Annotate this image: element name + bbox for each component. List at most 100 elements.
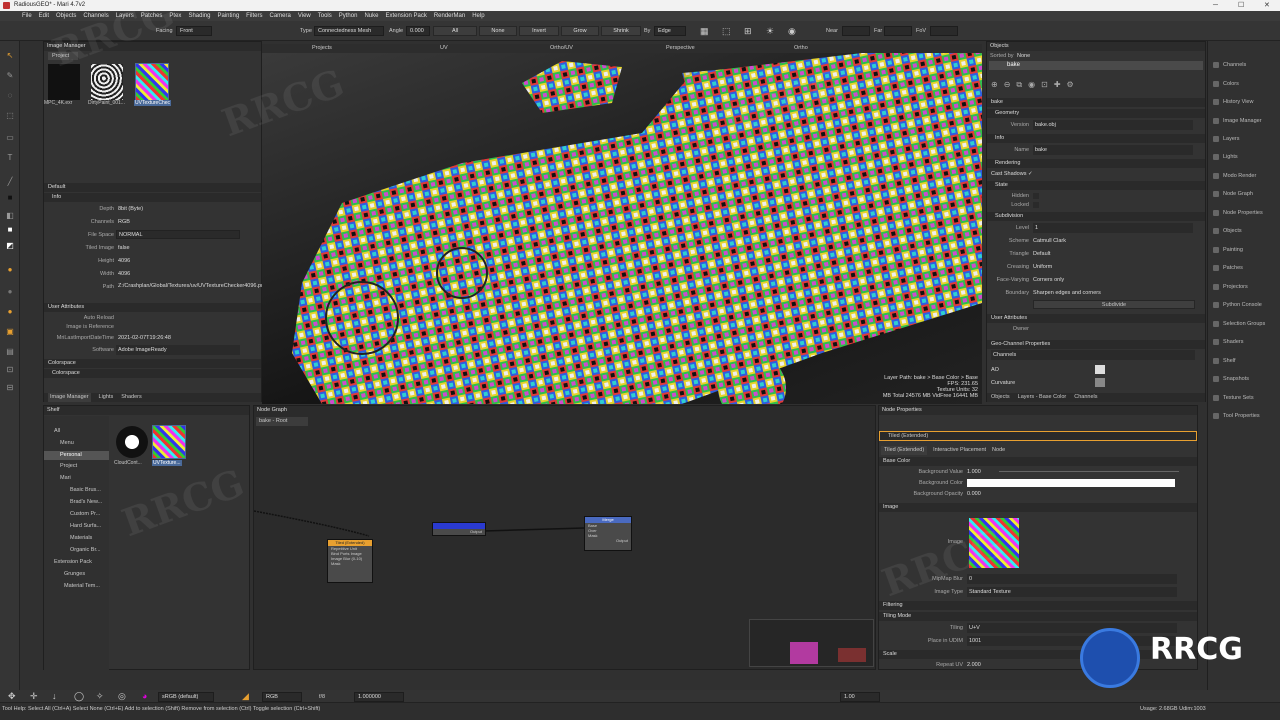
shelf-menu[interactable]: Menu [60, 440, 74, 446]
menu-python[interactable]: Python [339, 11, 358, 21]
shelf-personal[interactable]: Personal [44, 451, 109, 460]
node-graph-minimap[interactable] [749, 619, 874, 667]
shelf-brads-new[interactable]: Brad's New... [70, 499, 102, 505]
image-thumb[interactable] [48, 64, 80, 100]
menu-help[interactable]: Help [472, 11, 484, 21]
info-section[interactable]: Info [987, 134, 1205, 143]
version-dropdown[interactable]: bake.obj [1033, 120, 1193, 130]
marquee-tool-icon[interactable]: ▭ [5, 133, 15, 143]
lut-icon[interactable]: ◢ [242, 691, 249, 701]
level-dropdown[interactable]: 1 [1033, 223, 1193, 233]
hidden-checkbox[interactable] [1033, 193, 1039, 199]
bake-section[interactable]: bake [987, 98, 1205, 107]
target-icon[interactable]: ◎ [118, 691, 126, 701]
projection-icon[interactable]: ● [5, 307, 15, 317]
image-thumb[interactable] [91, 64, 123, 100]
shelf-custom-pr[interactable]: Custom Pr... [70, 511, 100, 517]
menu-tools[interactable]: Tools [318, 11, 332, 21]
menu-renderman[interactable]: RenderMan [434, 11, 465, 21]
swatch-tool-icon[interactable]: ◧ [5, 211, 15, 221]
camera-icon[interactable]: ◉ [788, 26, 796, 36]
menu-objects[interactable]: Objects [56, 11, 76, 21]
rotate-icon[interactable]: ◯ [74, 691, 84, 701]
dock-selection-groups[interactable]: Selection Groups [1212, 318, 1278, 330]
dock-layers[interactable]: Layers [1212, 133, 1278, 145]
shelf-all[interactable]: All [54, 428, 60, 434]
info-section[interactable]: Info [44, 193, 261, 202]
menu-layers[interactable]: Layers [116, 11, 134, 21]
cast-shadows-checkbox[interactable]: Cast Shadows ✓ [991, 169, 1033, 179]
mask-icon[interactable]: ▤ [5, 347, 15, 357]
dock-modo-render[interactable]: Modo Render [1212, 170, 1278, 182]
face-varying-value[interactable]: Corners only [1033, 275, 1064, 285]
background-opacity-field[interactable]: 0.000 [967, 489, 981, 499]
menu-file[interactable]: File [22, 11, 32, 21]
node-port[interactable]: Mask [328, 561, 372, 566]
tab-shaders[interactable]: Shaders [121, 393, 142, 402]
node-merge[interactable]: Merge Base Over Mask Output [584, 516, 632, 551]
boundary-value[interactable]: Sharpen edges and corners [1033, 288, 1101, 298]
tab-ortho[interactable]: Ortho [794, 44, 808, 53]
curvature-swatch[interactable] [1095, 378, 1105, 387]
tab-ortho-uv[interactable]: Ortho/UV [550, 44, 573, 53]
place-udim-field[interactable]: 1001 [967, 636, 1177, 646]
shrink-button[interactable]: Shrink [601, 26, 641, 36]
menu-nuke[interactable]: Nuke [364, 11, 378, 21]
duplicate-icon[interactable]: ⧉ [1016, 80, 1022, 92]
tiling-dropdown[interactable]: U+V [967, 623, 1177, 633]
down-arrow-icon[interactable]: ↓ [52, 691, 57, 701]
menu-edit[interactable]: Edit [39, 11, 49, 21]
user-attributes-section[interactable]: User Attributes [44, 303, 261, 312]
image-thumb[interactable] [135, 63, 169, 101]
move-icon[interactable]: ✥ [8, 691, 16, 701]
background-color-swatch[interactable] [967, 479, 1175, 487]
node-blue-input[interactable]: Output [432, 522, 486, 536]
exposure-field[interactable]: 1.000000 [354, 692, 404, 702]
repeat-uv-field[interactable]: 2.000 [967, 660, 981, 670]
background-value-field[interactable]: 1.000 [967, 467, 981, 477]
user-attributes-section[interactable]: User Attributes [987, 314, 1205, 323]
state-section[interactable]: State [987, 181, 1205, 190]
visibility-icon[interactable]: ◉ [1028, 80, 1035, 92]
add-icon[interactable]: ✚ [1054, 80, 1061, 92]
3d-viewport[interactable]: Layer Path: bake > Base Color > Base FPS… [262, 53, 982, 404]
dock-shaders[interactable]: Shaders [1212, 336, 1278, 348]
snap-icon[interactable]: ✧ [96, 691, 104, 701]
close-button[interactable]: ✕ [1264, 0, 1270, 11]
image-type-dropdown[interactable]: Standard Texture [967, 587, 1177, 597]
tab-perspective[interactable]: Perspective [666, 44, 695, 53]
minimize-button[interactable]: ─ [1213, 0, 1218, 11]
shelf-item-thumb[interactable] [116, 426, 148, 458]
paint-tool-icon[interactable]: ✎ [5, 71, 15, 81]
dock-tool-properties[interactable]: Tool Properties [1212, 410, 1278, 422]
brush-tool-icon[interactable]: ╱ [5, 177, 15, 187]
dock-snapshots[interactable]: Snapshots [1212, 373, 1278, 385]
dock-history-view[interactable]: History View [1212, 96, 1278, 108]
shelf-material-templates[interactable]: Material Tem... [64, 583, 100, 589]
grow-button[interactable]: Grow [561, 26, 599, 36]
subdivide-button[interactable]: Subdivide [1033, 300, 1195, 309]
dock-node-graph[interactable]: Node Graph [1212, 188, 1278, 200]
dock-image-manager[interactable]: Image Manager [1212, 115, 1278, 127]
dock-painting[interactable]: Painting [1212, 244, 1278, 256]
invert-button[interactable]: Invert [519, 26, 559, 36]
name-field[interactable]: bake [1033, 145, 1193, 155]
geometry-section[interactable]: Geometry [987, 109, 1205, 118]
rendering-section[interactable]: Rendering [987, 159, 1205, 168]
tab-uv[interactable]: UV [440, 44, 448, 53]
tab-tiled-extended[interactable]: Tiled (Extended) [881, 446, 928, 455]
menu-painting[interactable]: Painting [217, 11, 239, 21]
menu-camera[interactable]: Camera [270, 11, 291, 21]
shelf-extension-pack[interactable]: Extension Pack [54, 559, 92, 565]
dock-channels[interactable]: Channels [1212, 59, 1278, 71]
by-dropdown[interactable]: Edge [654, 26, 686, 36]
channel-dropdown[interactable]: RGB [262, 692, 302, 702]
dock-patches[interactable]: Patches [1212, 262, 1278, 274]
default-section[interactable]: Default [44, 183, 261, 192]
base-color-section[interactable]: Base Color [879, 457, 1197, 466]
dock-node-properties[interactable]: Node Properties [1212, 207, 1278, 219]
tab-interactive-placement[interactable]: Interactive Placement [933, 446, 986, 455]
dock-lights[interactable]: Lights [1212, 151, 1278, 163]
near-field[interactable] [842, 26, 870, 36]
brush-settings-icon[interactable]: ● [5, 265, 15, 275]
